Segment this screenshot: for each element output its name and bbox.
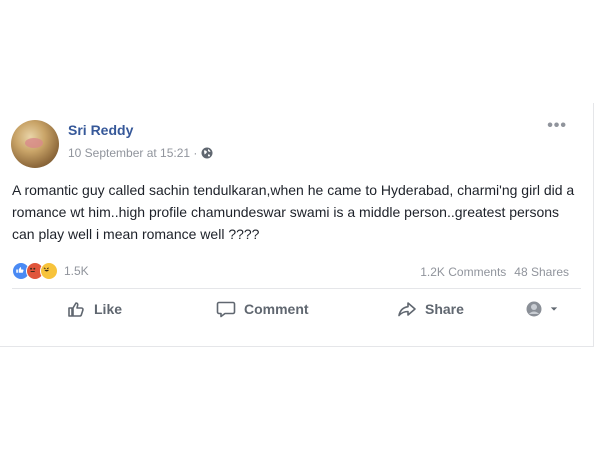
like-label: Like — [94, 301, 123, 317]
post-meta: 10 September at 15:21 · — [68, 146, 213, 160]
facebook-post: Sri Reddy 10 September at 15:21 · ••• A … — [0, 103, 594, 347]
like-button[interactable]: Like — [66, 299, 122, 319]
globe-icon — [201, 147, 213, 159]
thumbs-up-icon — [68, 302, 84, 317]
action-bar: Like Comment Share — [0, 299, 593, 325]
comment-icon — [216, 301, 236, 318]
reaction-count[interactable]: 1.5K — [64, 264, 89, 278]
comment-label: Comment — [244, 301, 309, 317]
author-avatar[interactable] — [11, 120, 59, 168]
comments-count[interactable]: 1.2K Comments — [420, 265, 506, 279]
haha-reaction-icon — [40, 262, 58, 280]
avatar-detail — [25, 138, 43, 148]
shares-count[interactable]: 48 Shares — [514, 265, 569, 279]
audience-selector[interactable] — [526, 301, 558, 317]
comment-button[interactable]: Comment — [216, 299, 309, 319]
share-arrow-icon — [398, 302, 416, 317]
share-label: Share — [425, 301, 464, 317]
more-options-icon[interactable]: ••• — [547, 117, 567, 135]
chevron-down-icon — [550, 307, 558, 311]
reaction-summary[interactable]: 1.5K — [12, 262, 89, 280]
audience-avatar-icon — [526, 301, 542, 317]
share-button[interactable]: Share — [397, 299, 464, 319]
post-timestamp[interactable]: 10 September at 15:21 · — [68, 146, 197, 160]
author-name[interactable]: Sri Reddy — [68, 122, 133, 138]
engagement-stats: 1.2K Comments 48 Shares — [420, 265, 569, 279]
action-divider — [12, 288, 581, 289]
post-text: A romantic guy called sachin tendulkaran… — [12, 182, 575, 242]
